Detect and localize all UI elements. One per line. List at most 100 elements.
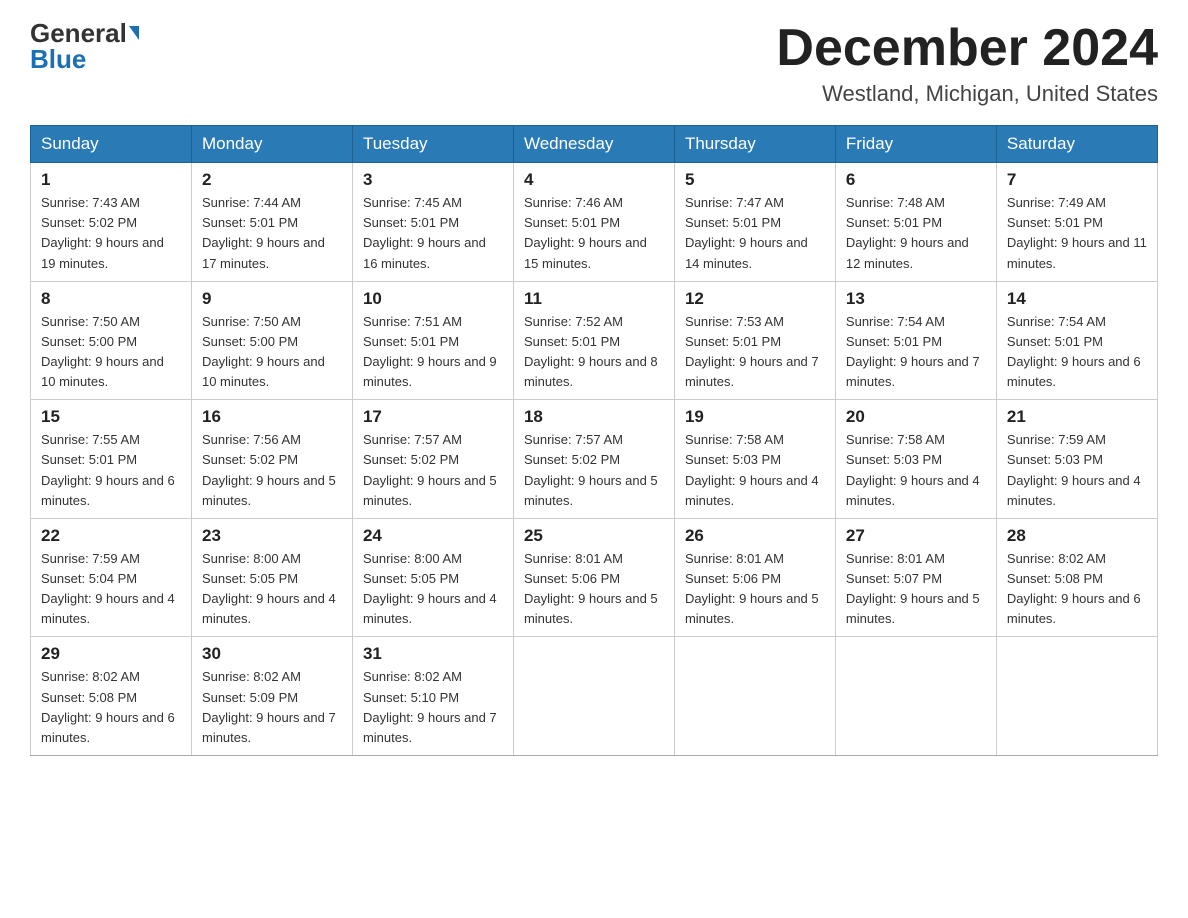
day-number: 29 [41,644,181,664]
day-number: 5 [685,170,825,190]
day-number: 30 [202,644,342,664]
calendar-cell: 4 Sunrise: 7:46 AMSunset: 5:01 PMDayligh… [513,163,674,282]
day-info: Sunrise: 7:43 AMSunset: 5:02 PMDaylight:… [41,193,181,274]
day-info: Sunrise: 8:00 AMSunset: 5:05 PMDaylight:… [363,549,503,630]
day-number: 6 [846,170,986,190]
day-number: 31 [363,644,503,664]
day-info: Sunrise: 8:02 AMSunset: 5:10 PMDaylight:… [363,667,503,748]
calendar-week-row: 29 Sunrise: 8:02 AMSunset: 5:08 PMDaylig… [31,637,1158,756]
calendar-cell: 31 Sunrise: 8:02 AMSunset: 5:10 PMDaylig… [352,637,513,756]
month-title: December 2024 [776,20,1158,77]
calendar-cell: 21 Sunrise: 7:59 AMSunset: 5:03 PMDaylig… [996,400,1157,519]
calendar-cell: 29 Sunrise: 8:02 AMSunset: 5:08 PMDaylig… [31,637,192,756]
day-info: Sunrise: 7:50 AMSunset: 5:00 PMDaylight:… [41,312,181,393]
calendar-cell: 19 Sunrise: 7:58 AMSunset: 5:03 PMDaylig… [674,400,835,519]
calendar-cell [835,637,996,756]
calendar-cell: 14 Sunrise: 7:54 AMSunset: 5:01 PMDaylig… [996,281,1157,400]
day-info: Sunrise: 7:58 AMSunset: 5:03 PMDaylight:… [685,430,825,511]
calendar-cell: 15 Sunrise: 7:55 AMSunset: 5:01 PMDaylig… [31,400,192,519]
day-number: 27 [846,526,986,546]
day-info: Sunrise: 8:02 AMSunset: 5:08 PMDaylight:… [41,667,181,748]
day-info: Sunrise: 7:57 AMSunset: 5:02 PMDaylight:… [524,430,664,511]
day-info: Sunrise: 8:00 AMSunset: 5:05 PMDaylight:… [202,549,342,630]
day-number: 12 [685,289,825,309]
day-number: 7 [1007,170,1147,190]
calendar-header-friday: Friday [835,126,996,163]
day-number: 3 [363,170,503,190]
calendar-header-monday: Monday [191,126,352,163]
day-number: 25 [524,526,664,546]
calendar-cell: 18 Sunrise: 7:57 AMSunset: 5:02 PMDaylig… [513,400,674,519]
calendar-header-row: SundayMondayTuesdayWednesdayThursdayFrid… [31,126,1158,163]
calendar-cell [996,637,1157,756]
calendar-cell: 30 Sunrise: 8:02 AMSunset: 5:09 PMDaylig… [191,637,352,756]
day-number: 9 [202,289,342,309]
location-title: Westland, Michigan, United States [776,81,1158,107]
calendar-header-wednesday: Wednesday [513,126,674,163]
day-info: Sunrise: 8:01 AMSunset: 5:06 PMDaylight:… [685,549,825,630]
calendar-week-row: 15 Sunrise: 7:55 AMSunset: 5:01 PMDaylig… [31,400,1158,519]
calendar-cell: 6 Sunrise: 7:48 AMSunset: 5:01 PMDayligh… [835,163,996,282]
calendar-cell: 22 Sunrise: 7:59 AMSunset: 5:04 PMDaylig… [31,518,192,637]
logo-blue-text: Blue [30,46,86,72]
calendar-cell: 1 Sunrise: 7:43 AMSunset: 5:02 PMDayligh… [31,163,192,282]
calendar-cell: 10 Sunrise: 7:51 AMSunset: 5:01 PMDaylig… [352,281,513,400]
day-info: Sunrise: 7:55 AMSunset: 5:01 PMDaylight:… [41,430,181,511]
day-info: Sunrise: 7:57 AMSunset: 5:02 PMDaylight:… [363,430,503,511]
day-info: Sunrise: 8:01 AMSunset: 5:07 PMDaylight:… [846,549,986,630]
calendar-cell [513,637,674,756]
day-number: 23 [202,526,342,546]
logo: General Blue [30,20,139,72]
calendar-cell: 2 Sunrise: 7:44 AMSunset: 5:01 PMDayligh… [191,163,352,282]
day-info: Sunrise: 7:47 AMSunset: 5:01 PMDaylight:… [685,193,825,274]
calendar-header-saturday: Saturday [996,126,1157,163]
day-number: 4 [524,170,664,190]
calendar-cell: 25 Sunrise: 8:01 AMSunset: 5:06 PMDaylig… [513,518,674,637]
calendar-header-thursday: Thursday [674,126,835,163]
day-number: 1 [41,170,181,190]
calendar-cell: 17 Sunrise: 7:57 AMSunset: 5:02 PMDaylig… [352,400,513,519]
day-number: 2 [202,170,342,190]
day-info: Sunrise: 7:46 AMSunset: 5:01 PMDaylight:… [524,193,664,274]
day-info: Sunrise: 7:53 AMSunset: 5:01 PMDaylight:… [685,312,825,393]
day-info: Sunrise: 7:48 AMSunset: 5:01 PMDaylight:… [846,193,986,274]
day-number: 16 [202,407,342,427]
day-info: Sunrise: 7:49 AMSunset: 5:01 PMDaylight:… [1007,193,1147,274]
calendar-cell: 13 Sunrise: 7:54 AMSunset: 5:01 PMDaylig… [835,281,996,400]
calendar-week-row: 8 Sunrise: 7:50 AMSunset: 5:00 PMDayligh… [31,281,1158,400]
day-info: Sunrise: 7:54 AMSunset: 5:01 PMDaylight:… [1007,312,1147,393]
day-info: Sunrise: 7:44 AMSunset: 5:01 PMDaylight:… [202,193,342,274]
calendar-cell: 20 Sunrise: 7:58 AMSunset: 5:03 PMDaylig… [835,400,996,519]
calendar-cell: 28 Sunrise: 8:02 AMSunset: 5:08 PMDaylig… [996,518,1157,637]
day-number: 14 [1007,289,1147,309]
calendar-cell: 16 Sunrise: 7:56 AMSunset: 5:02 PMDaylig… [191,400,352,519]
day-info: Sunrise: 7:59 AMSunset: 5:03 PMDaylight:… [1007,430,1147,511]
day-number: 10 [363,289,503,309]
calendar-week-row: 22 Sunrise: 7:59 AMSunset: 5:04 PMDaylig… [31,518,1158,637]
calendar-cell: 8 Sunrise: 7:50 AMSunset: 5:00 PMDayligh… [31,281,192,400]
calendar-cell: 26 Sunrise: 8:01 AMSunset: 5:06 PMDaylig… [674,518,835,637]
day-number: 20 [846,407,986,427]
logo-triangle-icon [129,26,139,40]
day-info: Sunrise: 7:58 AMSunset: 5:03 PMDaylight:… [846,430,986,511]
day-number: 19 [685,407,825,427]
calendar-cell: 27 Sunrise: 8:01 AMSunset: 5:07 PMDaylig… [835,518,996,637]
calendar-cell [674,637,835,756]
day-number: 15 [41,407,181,427]
calendar-cell: 7 Sunrise: 7:49 AMSunset: 5:01 PMDayligh… [996,163,1157,282]
day-info: Sunrise: 7:59 AMSunset: 5:04 PMDaylight:… [41,549,181,630]
logo-general-text: General [30,20,127,46]
calendar-cell: 3 Sunrise: 7:45 AMSunset: 5:01 PMDayligh… [352,163,513,282]
calendar-cell: 23 Sunrise: 8:00 AMSunset: 5:05 PMDaylig… [191,518,352,637]
day-info: Sunrise: 7:45 AMSunset: 5:01 PMDaylight:… [363,193,503,274]
calendar-cell: 24 Sunrise: 8:00 AMSunset: 5:05 PMDaylig… [352,518,513,637]
calendar-week-row: 1 Sunrise: 7:43 AMSunset: 5:02 PMDayligh… [31,163,1158,282]
day-number: 22 [41,526,181,546]
calendar-header-sunday: Sunday [31,126,192,163]
day-number: 24 [363,526,503,546]
day-number: 11 [524,289,664,309]
day-number: 17 [363,407,503,427]
calendar-cell: 11 Sunrise: 7:52 AMSunset: 5:01 PMDaylig… [513,281,674,400]
day-number: 28 [1007,526,1147,546]
day-info: Sunrise: 7:50 AMSunset: 5:00 PMDaylight:… [202,312,342,393]
